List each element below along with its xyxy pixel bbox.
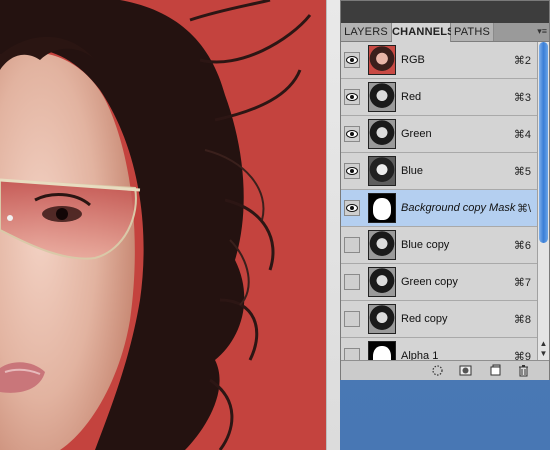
channel-row-alpha-1[interactable]: Alpha 1 ⌘9 xyxy=(341,338,537,360)
scrollbar-thumb[interactable] xyxy=(539,42,548,243)
panel-title-strip[interactable] xyxy=(341,1,549,23)
eye-icon[interactable] xyxy=(344,126,360,142)
channel-list-scrollbar[interactable]: ▲ ▼ xyxy=(537,42,549,360)
channel-shortcut: ⌘7 xyxy=(513,277,531,289)
load-selection-icon[interactable] xyxy=(431,364,444,377)
grayscale-thumbnail xyxy=(368,82,396,112)
new-channel-icon[interactable] xyxy=(489,364,502,377)
tab-layers[interactable]: LAYERS xyxy=(341,23,392,41)
mask-thumbnail xyxy=(368,341,396,360)
channel-row-green-copy[interactable]: Green copy ⌘7 xyxy=(341,264,537,301)
channel-shortcut: ⌘4 xyxy=(513,129,531,141)
tab-paths[interactable]: PATHS xyxy=(451,23,494,41)
grayscale-thumbnail xyxy=(368,156,396,186)
channel-name: Green xyxy=(401,128,432,140)
tab-channels[interactable]: CHANNELS xyxy=(392,23,455,42)
channel-shortcut: ⌘2 xyxy=(513,55,531,67)
channel-name: Green copy xyxy=(401,276,458,288)
channel-name: Red xyxy=(401,91,422,103)
channel-row-red-copy[interactable]: Red copy ⌘8 xyxy=(341,301,537,338)
canvas-window-edge xyxy=(326,0,341,450)
delete-channel-icon[interactable] xyxy=(517,364,530,377)
channel-row-rgb[interactable]: RGB ⌘2 xyxy=(341,42,537,79)
channel-name: Red copy xyxy=(401,313,448,325)
panel-menu-icon[interactable]: ▾≡ xyxy=(537,26,547,37)
channel-row-green[interactable]: Green ⌘4 xyxy=(341,116,537,153)
rgb-thumbnail xyxy=(368,45,396,75)
scroll-up-arrow-icon[interactable]: ▲ xyxy=(539,339,548,348)
eye-icon[interactable] xyxy=(344,52,360,68)
channel-shortcut: ⌘8 xyxy=(513,314,531,326)
channel-shortcut: ⌘5 xyxy=(513,166,531,178)
eye-icon[interactable] xyxy=(344,163,360,179)
portrait-photo xyxy=(0,0,326,450)
eye-icon[interactable] xyxy=(344,89,360,105)
channel-row-blue[interactable]: Blue ⌘5 xyxy=(341,153,537,190)
grayscale-thumbnail xyxy=(368,119,396,149)
save-selection-icon[interactable] xyxy=(459,364,472,377)
visibility-toggle[interactable] xyxy=(344,237,360,253)
scroll-down-arrow-icon[interactable]: ▼ xyxy=(539,349,548,358)
grayscale-thumbnail xyxy=(368,230,396,260)
channel-shortcut: ⌘3 xyxy=(513,92,531,104)
panel-bottom-toolbar xyxy=(341,360,549,380)
channel-name: Blue copy xyxy=(401,239,450,251)
channels-panel: LAYERS CHANNELS PATHS ▾≡ RGB ⌘2 Red ⌘3 G… xyxy=(340,0,550,380)
visibility-toggle[interactable] xyxy=(344,274,360,290)
channel-name: RGB xyxy=(401,54,425,66)
panel-tab-bar: LAYERS CHANNELS PATHS ▾≡ xyxy=(341,23,549,42)
grayscale-thumbnail xyxy=(368,267,396,297)
mask-thumbnail xyxy=(368,193,396,223)
channel-name: Background copy Mask xyxy=(401,202,516,214)
eye-icon[interactable] xyxy=(344,200,360,216)
channel-row-blue-copy[interactable]: Blue copy ⌘6 xyxy=(341,227,537,264)
image-canvas[interactable] xyxy=(0,0,326,450)
channel-row-background-copy-mask[interactable]: Background copy Mask ⌘\ xyxy=(341,190,537,227)
channel-shortcut: ⌘6 xyxy=(513,240,531,252)
channel-name: Blue xyxy=(401,165,424,177)
channel-list: RGB ⌘2 Red ⌘3 Green ⌘4 Blue ⌘5 Backgroun… xyxy=(341,42,537,360)
channel-shortcut: ⌘9 xyxy=(513,351,531,360)
channel-row-red[interactable]: Red ⌘3 xyxy=(341,79,537,116)
channel-name: Alpha 1 xyxy=(401,350,439,360)
grayscale-thumbnail xyxy=(368,304,396,334)
visibility-toggle[interactable] xyxy=(344,348,360,360)
visibility-toggle[interactable] xyxy=(344,311,360,327)
channel-shortcut: ⌘\ xyxy=(516,203,531,215)
